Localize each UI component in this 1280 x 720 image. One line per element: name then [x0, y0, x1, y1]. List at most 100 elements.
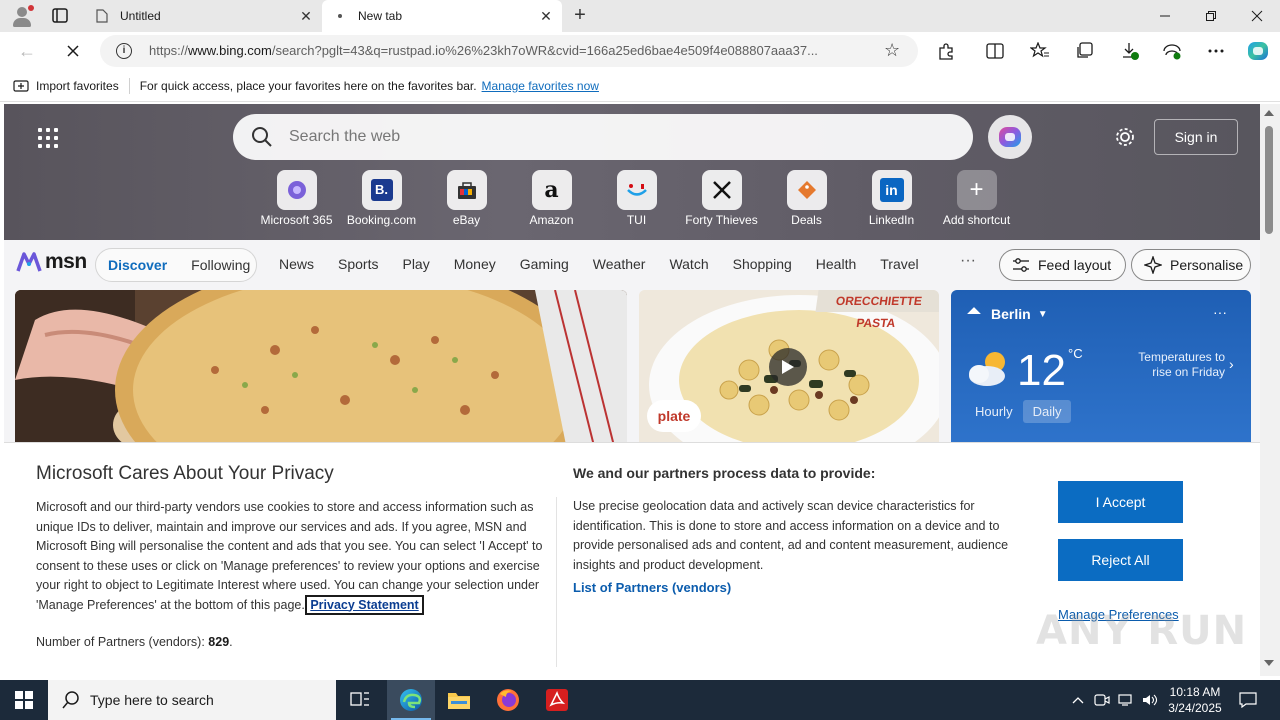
tab-untitled[interactable]: Untitled ✕	[84, 0, 322, 32]
shortcut-linkedin[interactable]: in LinkedIn	[849, 170, 934, 227]
back-arrow-icon[interactable]: ←	[12, 37, 42, 65]
shortcut-deals[interactable]: Deals	[764, 170, 849, 227]
import-favorites-label: Import favorites	[36, 78, 119, 93]
feed-layout-button[interactable]: Feed layout	[999, 249, 1126, 281]
task-view-icon[interactable]	[336, 680, 384, 720]
tab-following[interactable]: Following	[179, 257, 262, 273]
edge-browser-icon[interactable]	[387, 680, 435, 720]
play-video-icon[interactable]	[769, 348, 807, 386]
more-menu-icon[interactable]	[1202, 38, 1230, 64]
favorite-star-icon[interactable]: ☆	[884, 40, 900, 61]
minimize-icon[interactable]	[1142, 0, 1188, 32]
windows-start-icon[interactable]	[0, 680, 48, 720]
meet-now-icon[interactable]	[1092, 680, 1112, 720]
shortcut-add[interactable]: + Add shortcut	[934, 170, 1019, 227]
shortcut-microsoft-365[interactable]: Microsoft 365	[254, 170, 339, 227]
web-search-input[interactable]	[289, 126, 929, 148]
split-screen-icon[interactable]	[981, 38, 1009, 64]
address-bar[interactable]: i https://www.bing.com/search?pglt=43&q=…	[100, 35, 918, 67]
accept-button[interactable]: I Accept	[1058, 481, 1183, 523]
web-search-box[interactable]	[233, 114, 973, 160]
copilot-button[interactable]	[988, 115, 1032, 159]
chevron-down-icon: ▼	[1037, 308, 1048, 320]
shortcut-tui[interactable]: TUI	[594, 170, 679, 227]
weather-tab-hourly[interactable]: Hourly	[965, 400, 1023, 423]
msn-logo[interactable]: msn	[16, 250, 87, 274]
notifications-icon[interactable]	[1234, 680, 1262, 720]
favorites-bar: Import favorites For quick access, place…	[0, 70, 1280, 102]
volume-icon[interactable]	[1140, 680, 1160, 720]
scroll-down-icon[interactable]	[1264, 660, 1274, 666]
nav-gaming[interactable]: Gaming	[520, 256, 569, 272]
weather-card[interactable]: Berlin ▼ ··· 12 °C Temperatures to rise …	[951, 290, 1251, 450]
personalise-button[interactable]: Personalise	[1131, 249, 1251, 281]
close-window-icon[interactable]	[1234, 0, 1280, 32]
profile-avatar-icon[interactable]	[10, 4, 34, 28]
shortcut-booking[interactable]: B. Booking.com	[339, 170, 424, 227]
privacy-statement-link[interactable]: Privacy Statement	[305, 594, 424, 615]
nav-travel[interactable]: Travel	[880, 256, 918, 272]
nav-watch[interactable]: Watch	[669, 256, 708, 272]
scroll-up-icon[interactable]	[1264, 110, 1274, 116]
stop-loading-icon[interactable]	[58, 37, 88, 65]
shortcut-forty-thieves[interactable]: Forty Thieves	[679, 170, 764, 227]
apps-launcher-icon[interactable]	[38, 128, 58, 148]
nav-weather[interactable]: Weather	[593, 256, 646, 272]
shortcut-label: Add shortcut	[942, 213, 1011, 227]
clock-time: 10:18 AM	[1169, 685, 1221, 699]
firefox-icon[interactable]	[484, 680, 532, 720]
nav-money[interactable]: Money	[454, 256, 496, 272]
nav-play[interactable]: Play	[402, 256, 429, 272]
page-icon	[94, 8, 110, 24]
new-tab-button[interactable]: +	[568, 5, 592, 27]
acrobat-reader-icon[interactable]	[533, 680, 581, 720]
tab-discover[interactable]: Discover	[96, 257, 179, 273]
system-clock[interactable]: 10:18 AM 3/24/2025	[1160, 684, 1230, 716]
weather-forecast-note[interactable]: Temperatures to rise on Friday	[1119, 350, 1225, 380]
chevron-right-icon[interactable]: ›	[1229, 356, 1234, 372]
tab-actions-icon[interactable]	[48, 6, 72, 26]
tab-title: New tab	[358, 9, 403, 23]
plus-icon: +	[956, 170, 997, 210]
shortcut-ebay[interactable]: eBay	[424, 170, 509, 227]
close-tab-icon[interactable]: ✕	[296, 6, 316, 26]
scroll-thumb[interactable]	[1265, 126, 1273, 234]
downloads-icon[interactable]	[1116, 38, 1144, 64]
site-info-icon[interactable]: i	[116, 43, 132, 59]
settings-gear-icon[interactable]	[1114, 126, 1136, 148]
reject-all-button[interactable]: Reject All	[1058, 539, 1183, 581]
more-categories-icon[interactable]: ···	[960, 252, 976, 270]
shortcut-amazon[interactable]: a Amazon	[509, 170, 594, 227]
page-scrollbar[interactable]	[1260, 104, 1280, 676]
file-explorer-icon[interactable]	[435, 680, 483, 720]
taskbar-search-box[interactable]: Type here to search	[48, 680, 336, 720]
url-text[interactable]: https://www.bing.com/search?pglt=43&q=ru…	[149, 43, 871, 58]
nav-news[interactable]: News	[279, 256, 314, 272]
performance-icon[interactable]	[1158, 38, 1186, 64]
quiche-image	[15, 290, 627, 450]
weather-location[interactable]: Berlin ▼	[969, 306, 1048, 322]
copilot-icon[interactable]	[1244, 38, 1272, 64]
browser-toolbar: ← i https://www.bing.com/search?pglt=43&…	[0, 32, 1280, 70]
collections-icon[interactable]	[1070, 38, 1098, 64]
tray-overflow-icon[interactable]	[1068, 680, 1088, 720]
tab-new-tab[interactable]: New tab ✕	[322, 0, 562, 32]
weather-tab-daily[interactable]: Daily	[1022, 400, 1072, 423]
restore-icon[interactable]	[1188, 0, 1234, 32]
weather-menu-icon[interactable]: ···	[1213, 304, 1227, 320]
favorites-icon[interactable]	[1026, 38, 1054, 64]
list-of-partners-link[interactable]: List of Partners (vendors)	[573, 580, 731, 595]
close-tab-icon[interactable]: ✕	[536, 6, 556, 26]
nav-shopping[interactable]: Shopping	[733, 256, 792, 272]
manage-favorites-link[interactable]: Manage favorites now	[482, 79, 599, 93]
sparkle-icon	[1144, 256, 1162, 274]
sign-in-button[interactable]: Sign in	[1154, 119, 1238, 155]
extensions-icon[interactable]	[932, 38, 960, 64]
linkedin-icon: in	[871, 170, 912, 210]
import-favorites-button[interactable]: Import favorites	[13, 79, 119, 93]
network-icon[interactable]	[1116, 680, 1136, 720]
quiche-article-card[interactable]	[15, 290, 627, 450]
nav-health[interactable]: Health	[816, 256, 856, 272]
nav-sports[interactable]: Sports	[338, 256, 378, 272]
pasta-video-card[interactable]: ORECCHIETTE PASTA plate	[639, 290, 939, 450]
